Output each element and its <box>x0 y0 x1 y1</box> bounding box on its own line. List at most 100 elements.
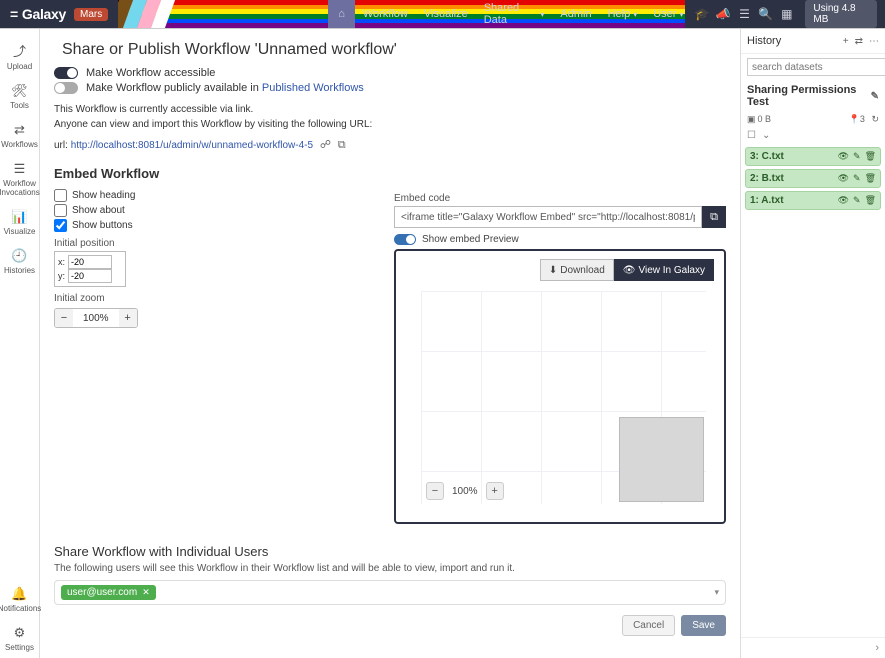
cancel-button[interactable]: Cancel <box>622 615 675 636</box>
nav-help[interactable]: Help <box>600 0 646 28</box>
select-caret-icon[interactable]: ▾ <box>714 587 719 598</box>
new-history-icon[interactable]: + <box>843 36 849 47</box>
zoom-out-button[interactable]: − <box>55 309 73 327</box>
published-workflows-link[interactable]: Published Workflows <box>262 82 364 94</box>
zoom-value: 100% <box>73 313 119 324</box>
left-sidebar: ⤴Upload 🛠Tools ⇄Workflows ☰Workflow Invo… <box>0 29 40 658</box>
nav-workflow[interactable]: Workflow <box>355 0 416 28</box>
embed-heading: Embed Workflow <box>54 166 726 181</box>
brand[interactable]: Galaxy Mars <box>0 0 118 28</box>
delete-icon[interactable]: 🗑 <box>865 151 876 162</box>
history-options-icon[interactable]: ⇄ <box>855 36 863 47</box>
sidebar-visualize[interactable]: 📊Visualize <box>0 203 39 242</box>
chk-heading-row[interactable]: Show heading <box>54 189 304 202</box>
toggle-publish-label: Make Workflow publicly available in Publ… <box>86 82 364 94</box>
workflow-url-link[interactable]: http://localhost:8081/u/admin/w/unnamed-… <box>71 140 313 151</box>
nav-shared-data[interactable]: Shared Data <box>476 0 553 28</box>
toggle-accessible-label: Make Workflow accessible <box>86 67 215 79</box>
open-link-icon[interactable]: ☍ <box>320 138 331 151</box>
refresh-icon[interactable]: ↻ <box>871 114 879 124</box>
pos-x-input[interactable] <box>68 255 112 269</box>
dataset-item[interactable]: 3: C.txt 👁✎🗑 <box>745 147 881 166</box>
chk-heading[interactable] <box>54 189 67 202</box>
dataset-item[interactable]: 2: B.txt 👁✎🗑 <box>745 169 881 188</box>
sidebar-histories[interactable]: 🕘Histories <box>0 242 39 281</box>
pin-icon[interactable]: 📍 <box>849 114 860 124</box>
workflows-icon: ⇄ <box>14 122 25 138</box>
nav-visualize[interactable]: Visualize <box>416 0 476 28</box>
history-search-input[interactable] <box>747 58 885 76</box>
chk-about[interactable] <box>54 204 67 217</box>
user-chip: user@user.com ✕ <box>61 585 156 600</box>
visualize-icon: 📊 <box>11 209 27 225</box>
gear-icon: ⚙ <box>14 625 26 641</box>
view-in-galaxy-button[interactable]: 👁View In Galaxy <box>614 259 714 281</box>
usage-badge[interactable]: Using 4.8 MB <box>805 0 877 28</box>
delete-icon[interactable]: 🗑 <box>865 173 876 184</box>
show-preview-label: Show embed Preview <box>422 234 519 245</box>
preview-zoom-value: 100% <box>452 486 478 497</box>
zoom-in-button[interactable]: + <box>119 309 137 327</box>
nav-user[interactable]: User <box>645 0 691 28</box>
sidebar-invocations[interactable]: ☰Workflow Invocations <box>0 155 39 203</box>
list-icon[interactable]: ☰ <box>734 7 755 21</box>
upload-icon: ⤴ <box>13 41 26 60</box>
sidebar-tools[interactable]: 🛠Tools <box>0 77 39 116</box>
brand-subtitle: Mars <box>74 8 108 21</box>
bell-icon: 🔔 <box>11 586 27 602</box>
nav-home-icon[interactable]: ⌂ <box>328 0 355 28</box>
view-icon[interactable]: 👁 <box>838 195 849 206</box>
graduation-icon[interactable]: 🎓 <box>691 7 712 21</box>
sidebar-settings[interactable]: ⚙Settings <box>0 619 39 658</box>
history-panel-title: History <box>747 35 781 47</box>
expand-history-icon[interactable]: › <box>875 642 879 654</box>
edit-icon[interactable]: ✎ <box>853 195 861 206</box>
announce-icon[interactable]: 📣 <box>713 7 734 21</box>
histories-icon: 🕘 <box>11 248 27 264</box>
preview-zoom-control: − 100% + <box>426 482 504 500</box>
chk-buttons-row[interactable]: Show buttons <box>54 219 304 232</box>
nav-admin[interactable]: Admin <box>552 0 599 28</box>
chk-buttons[interactable] <box>54 219 67 232</box>
save-button[interactable]: Save <box>681 615 726 636</box>
sidebar-notifications[interactable]: 🔔Notifications <box>0 580 39 619</box>
eye-icon: 👁 <box>623 265 636 276</box>
view-icon[interactable]: 👁 <box>838 173 849 184</box>
select-all-icon[interactable]: ☐ <box>747 130 756 141</box>
filter-icon[interactable]: ⌄ <box>762 130 770 141</box>
history-size: 0 B <box>747 114 771 125</box>
pos-y-input[interactable] <box>68 269 112 283</box>
remove-user-icon[interactable]: ✕ <box>142 587 150 598</box>
history-panel: History + ⇄ ⋯ ≡ ✕ Sharing Permissions Te… <box>740 29 885 658</box>
nav-center: ⌂ Workflow Visualize Shared Data Admin H… <box>328 0 797 28</box>
sidebar-upload[interactable]: ⤴Upload <box>0 35 39 77</box>
toggle-show-preview[interactable] <box>394 234 416 245</box>
embed-code-label: Embed code <box>394 193 726 204</box>
delete-icon[interactable]: 🗑 <box>865 195 876 206</box>
info-line-1: This Workflow is currently accessible vi… <box>54 102 726 117</box>
edit-history-name-icon[interactable]: ✎ <box>871 91 879 102</box>
dataset-item[interactable]: 1: A.txt 👁✎🗑 <box>745 191 881 210</box>
preview-zoom-in-button[interactable]: + <box>486 482 504 500</box>
sidebar-workflows[interactable]: ⇄Workflows <box>0 116 39 155</box>
view-icon[interactable]: 👁 <box>838 151 849 162</box>
minimap[interactable] <box>619 417 704 502</box>
download-button[interactable]: ⬇Download <box>540 259 614 281</box>
toggle-accessible[interactable] <box>54 67 78 79</box>
history-menu-icon[interactable]: ⋯ <box>869 36 879 47</box>
embed-code-input[interactable] <box>394 206 702 228</box>
nav-right: Using 4.8 MB <box>797 0 885 28</box>
toggle-publish[interactable] <box>54 82 78 94</box>
edit-icon[interactable]: ✎ <box>853 173 861 184</box>
copy-embed-button[interactable]: ⧉ <box>702 206 726 228</box>
search-icon[interactable]: 🔍 <box>755 7 776 21</box>
grid-icon[interactable]: ▦ <box>776 7 797 21</box>
chk-about-row[interactable]: Show about <box>54 204 304 217</box>
copy-link-icon[interactable]: ⧉ <box>338 139 346 152</box>
invocations-icon: ☰ <box>14 161 26 177</box>
main-content: Share or Publish Workflow 'Unnamed workf… <box>40 29 740 658</box>
user-multiselect[interactable]: user@user.com ✕ ▾ <box>54 580 726 605</box>
history-name: Sharing Permissions Test <box>747 84 871 108</box>
preview-zoom-out-button[interactable]: − <box>426 482 444 500</box>
edit-icon[interactable]: ✎ <box>853 151 861 162</box>
